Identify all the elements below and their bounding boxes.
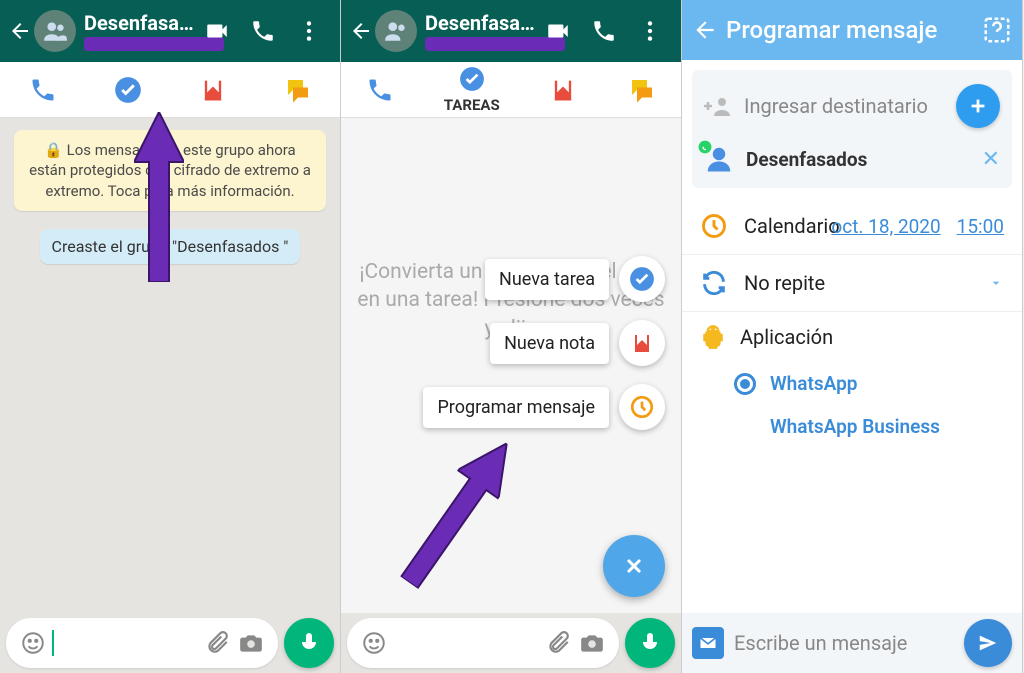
tab-calls-icon[interactable] xyxy=(28,75,58,105)
envelope-icon xyxy=(692,627,724,659)
schedule-body: Ingresar destinatario Desenfasados ✕ Cal… xyxy=(682,60,1022,613)
calendar-label: Calendario xyxy=(744,215,800,238)
help-icon[interactable] xyxy=(982,15,1012,45)
subtitle-redacted xyxy=(84,37,224,51)
fab-new-task-label: Nueva tarea xyxy=(485,259,609,300)
subtitle-redacted xyxy=(425,37,565,51)
radio-selected-icon xyxy=(734,373,756,395)
fab-new-note-label: Nueva nota xyxy=(490,323,609,364)
recipient-chip: Desenfasados ✕ xyxy=(698,136,1006,182)
panel-schedule-message: Programar mensaje Ingresar destinatario … xyxy=(682,0,1023,673)
back-icon[interactable] xyxy=(692,17,718,43)
repeat-label: No repite xyxy=(744,271,825,295)
chat-header: Desenfasad… xyxy=(341,0,681,62)
overlay-tabs: TAREAS xyxy=(341,62,681,118)
android-icon xyxy=(700,324,726,350)
voice-call-icon[interactable] xyxy=(591,18,617,44)
panel-whatsapp-chat: Desenfasad… 🔒 Los mensajes en este grupo… xyxy=(0,0,341,673)
camera-icon[interactable] xyxy=(579,630,605,656)
date-value[interactable]: oct. 18, 2020 xyxy=(831,215,940,238)
fab-schedule-label: Programar mensaje xyxy=(423,387,609,428)
tab-chats-icon[interactable] xyxy=(627,75,657,105)
voice-call-icon[interactable] xyxy=(250,18,276,44)
recipient-placeholder: Ingresar destinatario xyxy=(744,94,944,118)
text-cursor xyxy=(52,630,54,656)
message-input[interactable] xyxy=(347,618,619,668)
message-input-bar xyxy=(341,613,681,673)
tab-tasks[interactable]: TAREAS xyxy=(444,66,500,114)
chat-title[interactable]: Desenfasad… xyxy=(425,11,535,35)
fab-new-task[interactable]: Nueva tarea xyxy=(485,256,665,302)
fab-close[interactable] xyxy=(603,535,665,597)
chevron-down-icon xyxy=(988,275,1004,291)
mic-button[interactable] xyxy=(625,618,675,668)
remove-recipient-icon[interactable]: ✕ xyxy=(982,147,1000,172)
fab-new-task-icon xyxy=(619,256,665,302)
more-icon[interactable] xyxy=(637,18,663,44)
tab-tasks-label: TAREAS xyxy=(444,96,500,114)
app-section: Aplicación WhatsApp WhatsApp Business xyxy=(682,312,1022,460)
video-call-icon[interactable] xyxy=(204,18,230,44)
back-icon[interactable] xyxy=(349,19,373,43)
group-avatar[interactable] xyxy=(34,10,76,52)
schedule-title: Programar mensaje xyxy=(726,16,982,44)
camera-icon[interactable] xyxy=(238,630,264,656)
chat-header: Desenfasad… xyxy=(0,0,340,62)
schedule-header: Programar mensaje xyxy=(682,0,1022,60)
add-recipient-icon xyxy=(704,96,732,116)
fab-schedule-icon xyxy=(619,384,665,430)
app-section-title: Aplicación xyxy=(700,324,1004,350)
recipient-avatar-icon xyxy=(704,144,734,174)
repeat-icon xyxy=(700,269,728,297)
tasks-body: ¡Convierta un mensaje en el chat en una … xyxy=(341,118,681,613)
recipient-name: Desenfasados xyxy=(746,148,970,171)
message-placeholder[interactable]: Escribe un mensaje xyxy=(734,631,954,655)
tab-notes-icon[interactable] xyxy=(198,75,228,105)
fab-schedule[interactable]: Programar mensaje xyxy=(423,384,665,430)
fab-new-note[interactable]: Nueva nota xyxy=(490,320,665,366)
app-option-wab[interactable]: WhatsApp Business xyxy=(700,405,1004,448)
app-label: Aplicación xyxy=(740,325,833,349)
mic-button[interactable] xyxy=(284,618,334,668)
repeat-row[interactable]: No repite xyxy=(682,255,1022,312)
tab-tasks-icon[interactable] xyxy=(113,75,143,105)
attach-icon[interactable] xyxy=(204,630,230,656)
chat-body: 🔒 Los mensajes en este grupo ahora están… xyxy=(0,118,340,613)
emoji-icon[interactable] xyxy=(361,630,387,656)
convert-hint: ¡Convierta un mensaje en el chat en una … xyxy=(341,118,681,343)
group-avatar[interactable] xyxy=(375,10,417,52)
app-option-whatsapp[interactable]: WhatsApp xyxy=(700,362,1004,405)
recipient-block: Ingresar destinatario Desenfasados ✕ xyxy=(692,70,1012,188)
message-compose-bar: Escribe un mensaje xyxy=(682,613,1022,673)
time-value[interactable]: 15:00 xyxy=(957,215,1004,238)
tab-calls-icon[interactable] xyxy=(365,75,395,105)
tab-chats-icon[interactable] xyxy=(283,75,313,105)
back-icon[interactable] xyxy=(8,19,32,43)
clock-icon xyxy=(700,212,728,240)
send-button[interactable] xyxy=(964,619,1012,667)
chat-title[interactable]: Desenfasad… xyxy=(84,11,194,35)
app-option-wab-label: WhatsApp Business xyxy=(770,415,940,438)
message-input-bar xyxy=(0,613,340,673)
video-call-icon[interactable] xyxy=(545,18,571,44)
tutorial-arrow xyxy=(134,112,184,282)
overlay-tabs xyxy=(0,62,340,118)
panel-whatsapp-fab-menu: Desenfasad… TAREAS ¡Convierta un mensaje… xyxy=(341,0,682,673)
calendar-row[interactable]: Calendario oct. 18, 2020 15:00 xyxy=(682,198,1022,255)
tab-notes-icon[interactable] xyxy=(548,75,578,105)
message-input[interactable] xyxy=(6,618,278,668)
more-icon[interactable] xyxy=(296,18,322,44)
tutorial-arrow xyxy=(389,429,527,597)
attach-icon[interactable] xyxy=(545,630,571,656)
fab-new-note-icon xyxy=(619,320,665,366)
app-option-whatsapp-label: WhatsApp xyxy=(770,372,857,395)
add-recipient-button[interactable] xyxy=(956,84,1000,128)
recipient-input-row[interactable]: Ingresar destinatario xyxy=(698,76,1006,136)
emoji-icon[interactable] xyxy=(20,630,46,656)
